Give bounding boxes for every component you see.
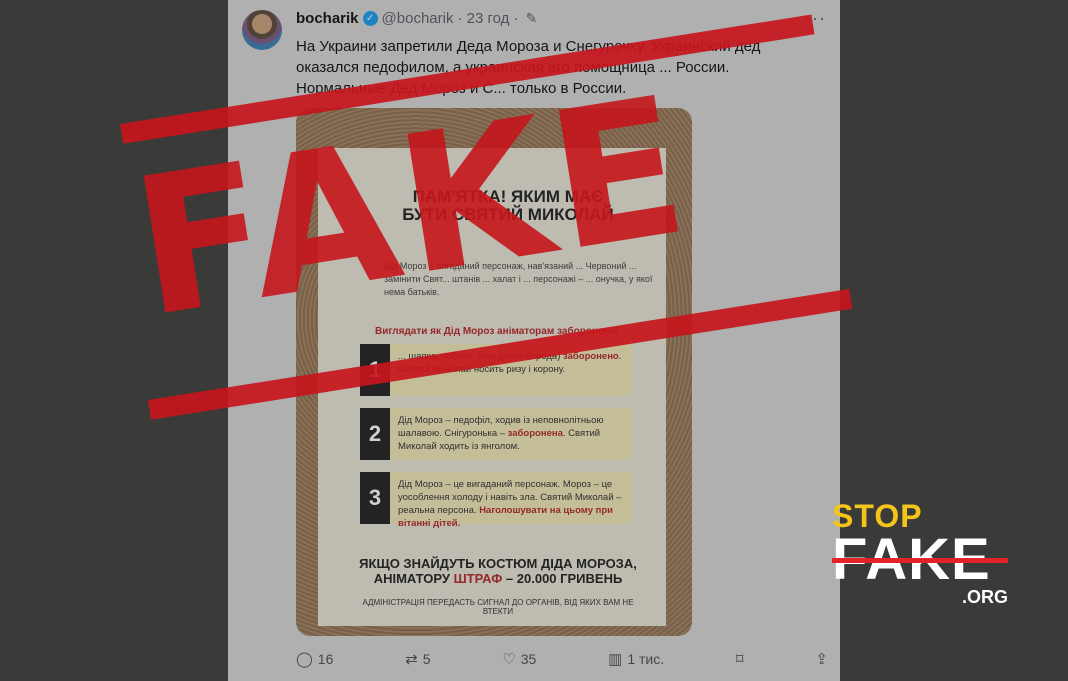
reply-icon: ◯ (296, 651, 313, 668)
views-button[interactable]: ▥ 1 тис. (608, 650, 664, 668)
avatar[interactable] (242, 10, 282, 50)
step-text: Дід Мороз – це вигаданий персонаж. Мороз… (398, 479, 622, 529)
logo-fake: FAKE (832, 531, 1012, 589)
author-name[interactable]: bocharik (296, 10, 359, 27)
bookmark-icon: ⌑ (735, 651, 744, 668)
share-icon: ⇪ (815, 651, 828, 668)
step-text: ... шапка, чоботи, біла довга борода) за… (398, 351, 622, 375)
logo-strike (832, 558, 1008, 563)
stopfake-logo: STOP FAKE .ORG (832, 500, 1012, 606)
tweet-text: На Украини запретили Деда Мороза и Снегу… (296, 38, 761, 97)
poster: ПАМ'ЯТКА! ЯКИМ МАЄ БУТИ СВЯТИЙ МИКОЛАЙ Д… (318, 148, 666, 626)
repost-button[interactable]: ⇄ 5 (405, 650, 430, 668)
poster-step: 2 Дід Мороз – педофіл, ходив із неповнол… (360, 408, 632, 460)
poster-step: 1 ... шапка, чоботи, біла довга борода) … (360, 344, 632, 396)
step-number: 3 (360, 472, 390, 524)
reply-button[interactable]: ◯ 16 (296, 650, 333, 668)
poster-fine: ЯКЩО ЗНАЙДУТЬ КОСТЮМ ДІДА МОРОЗА, АНІМАТ… (359, 556, 637, 586)
tweet-photo[interactable]: ПАМ'ЯТКА! ЯКИМ МАЄ БУТИ СВЯТИЙ МИКОЛАЙ Д… (296, 108, 692, 636)
poster-admin: АДМІНІСТРАЦІЯ ПЕРЕДАСТЬ СИГНАЛ ДО ОРГАНІ… (362, 598, 634, 616)
step-number: 2 (360, 408, 390, 460)
views-icon: ▥ (608, 651, 623, 668)
edit-icon: ✎ (525, 10, 538, 26)
tweet-card: bocharik ✓ @bocharik · 23 год · ✎ ··· На… (228, 0, 840, 681)
poster-forbidden: Виглядати як Дід Мороз аніматорам заборо… (374, 326, 620, 337)
step-number: 1 (360, 344, 390, 396)
poster-intro: Дід Мороз – вигаданий персонаж, нав'язан… (384, 261, 653, 297)
poster-title: ПАМ'ЯТКА! ЯКИМ МАЄ БУТИ СВЯТИЙ МИКОЛАЙ (402, 187, 614, 224)
step-text: Дід Мороз – педофіл, ходив із неповноліт… (398, 415, 604, 452)
poster-step: 3 Дід Мороз – це вигаданий персонаж. Мор… (360, 472, 632, 529)
tweet-actions: ◯ 16 ⇄ 5 ♡ 35 ▥ 1 тис. ⌑ ⇪ (296, 650, 828, 668)
tweet-time[interactable]: · 23 год · (457, 10, 518, 27)
tweet-header: bocharik ✓ @bocharik · 23 год · ✎ (296, 10, 537, 27)
bookmark-button[interactable]: ⌑ (736, 650, 744, 668)
like-icon: ♡ (502, 651, 516, 668)
share-button[interactable]: ⇪ (815, 650, 828, 668)
verified-icon: ✓ (362, 11, 378, 26)
author-handle[interactable]: @bocharik (382, 10, 454, 27)
more-icon[interactable]: ··· (805, 8, 826, 29)
like-button[interactable]: ♡ 35 (502, 650, 536, 668)
repost-icon: ⇄ (405, 651, 418, 668)
